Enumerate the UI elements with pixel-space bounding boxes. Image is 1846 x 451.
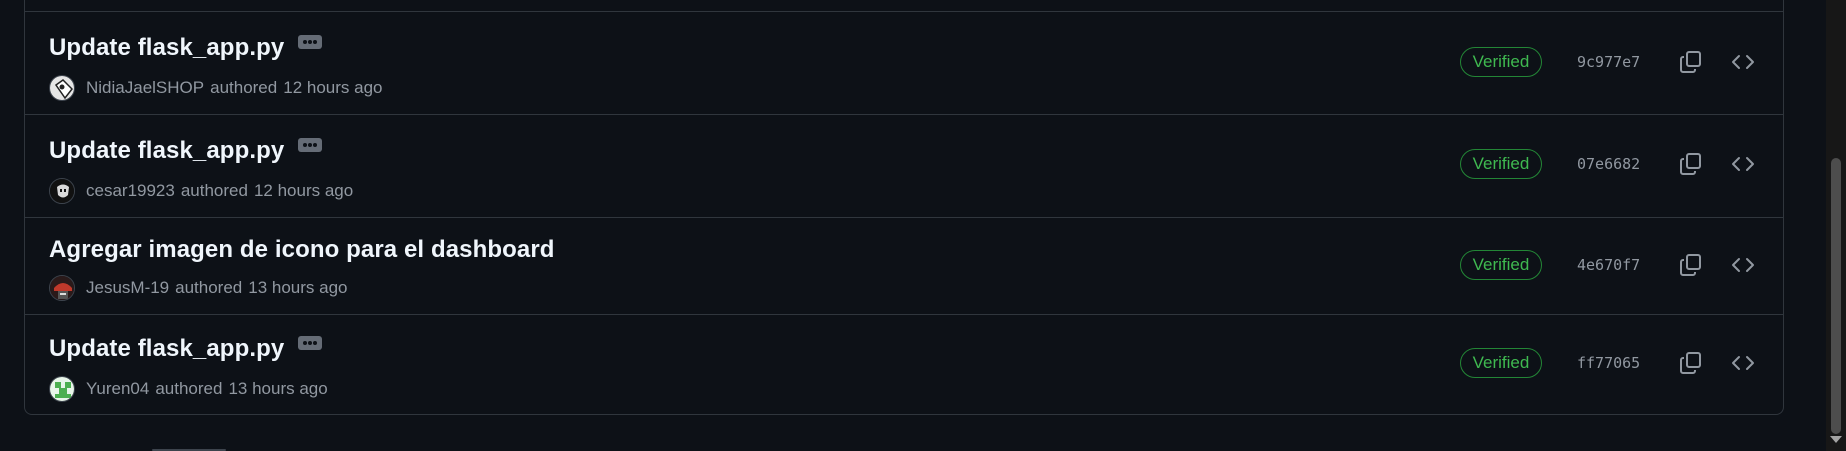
browse-repository-button[interactable] bbox=[1727, 249, 1759, 281]
author-link[interactable]: JesusM-19 bbox=[86, 278, 169, 298]
ellipsis-icon[interactable] bbox=[298, 35, 323, 49]
copy-sha-button[interactable] bbox=[1675, 148, 1707, 180]
commit-list: Update flask_app.py NidiaJaelSHOP author… bbox=[24, 0, 1784, 415]
code-icon bbox=[1732, 258, 1754, 272]
author-link[interactable]: cesar19923 bbox=[86, 181, 175, 201]
copy-icon bbox=[1680, 352, 1701, 374]
commit-history-page: Update flask_app.py NidiaJaelSHOP author… bbox=[0, 0, 1846, 451]
commit-author-line: NidiaJaelSHOP authored 12 hours ago bbox=[49, 74, 382, 102]
avatar-icon[interactable] bbox=[49, 75, 75, 101]
browse-repository-button[interactable] bbox=[1727, 46, 1759, 78]
verified-badge[interactable]: Verified bbox=[1460, 47, 1542, 77]
commit-author-line: JesusM-19 authored 13 hours ago bbox=[49, 274, 348, 302]
copy-icon bbox=[1680, 254, 1701, 276]
commit-sha-link[interactable]: 4e670f7 bbox=[1577, 250, 1657, 280]
verified-badge[interactable]: Verified bbox=[1460, 348, 1542, 378]
copy-sha-button[interactable] bbox=[1675, 249, 1707, 281]
copy-sha-button[interactable] bbox=[1675, 347, 1707, 379]
commit-title-link[interactable]: Update flask_app.py bbox=[49, 137, 284, 164]
browse-repository-button[interactable] bbox=[1727, 347, 1759, 379]
commit-sha-link[interactable]: ff77065 bbox=[1577, 348, 1657, 378]
verified-badge[interactable]: Verified bbox=[1460, 149, 1542, 179]
scroll-down-arrow-icon[interactable] bbox=[1830, 436, 1842, 443]
authored-label: authored bbox=[155, 379, 223, 398]
commit-author-line: Yuren04 authored 13 hours ago bbox=[49, 375, 328, 403]
commit-row: Agregar imagen de icono para el dashboar… bbox=[25, 217, 1783, 314]
code-icon bbox=[1732, 356, 1754, 370]
scrollbar-thumb[interactable] bbox=[1831, 158, 1841, 434]
avatar-icon[interactable] bbox=[49, 376, 75, 402]
author-link[interactable]: NidiaJaelSHOP bbox=[86, 78, 204, 98]
authored-label: authored bbox=[180, 181, 248, 200]
commit-time: 12 hours ago bbox=[253, 181, 354, 200]
author-link[interactable]: Yuren04 bbox=[86, 379, 149, 399]
copy-icon bbox=[1680, 51, 1701, 73]
commit-author-line: cesar19923 authored 12 hours ago bbox=[49, 177, 353, 205]
ellipsis-icon[interactable] bbox=[298, 138, 323, 152]
commit-row: Update flask_app.py NidiaJaelSHOP author… bbox=[25, 11, 1783, 114]
commit-time: 12 hours ago bbox=[283, 78, 383, 97]
commit-row: Update flask_app.py Yuren04 authored 13 … bbox=[25, 314, 1783, 415]
vertical-scrollbar[interactable] bbox=[1826, 0, 1846, 451]
copy-sha-button[interactable] bbox=[1675, 46, 1707, 78]
copy-icon bbox=[1680, 153, 1701, 175]
commit-title-row: Update flask_app.py bbox=[49, 34, 323, 62]
commit-sha-link[interactable]: 9c977e7 bbox=[1577, 47, 1657, 77]
verified-badge[interactable]: Verified bbox=[1460, 250, 1542, 280]
commit-title-row: Agregar imagen de icono para el dashboar… bbox=[49, 236, 555, 264]
commit-row: Update flask_app.py cesar19923 authored … bbox=[25, 114, 1783, 217]
commit-title-link[interactable]: Update flask_app.py bbox=[49, 335, 284, 362]
ellipsis-icon[interactable] bbox=[298, 336, 323, 350]
commit-title-link[interactable]: Agregar imagen de icono para el dashboar… bbox=[49, 236, 555, 263]
commit-time: 13 hours ago bbox=[228, 379, 328, 398]
authored-label: authored bbox=[175, 278, 243, 297]
browse-repository-button[interactable] bbox=[1727, 148, 1759, 180]
code-icon bbox=[1732, 157, 1754, 171]
commit-time: 13 hours ago bbox=[248, 278, 348, 297]
commit-title-row: Update flask_app.py bbox=[49, 335, 323, 363]
code-icon bbox=[1732, 55, 1754, 69]
avatar-icon[interactable] bbox=[49, 178, 75, 204]
commit-sha-link[interactable]: 07e6682 bbox=[1577, 149, 1657, 179]
avatar-icon[interactable] bbox=[49, 275, 75, 301]
authored-label: authored bbox=[210, 78, 278, 97]
commit-title-link[interactable]: Update flask_app.py bbox=[49, 34, 284, 61]
commit-title-row: Update flask_app.py bbox=[49, 137, 323, 165]
